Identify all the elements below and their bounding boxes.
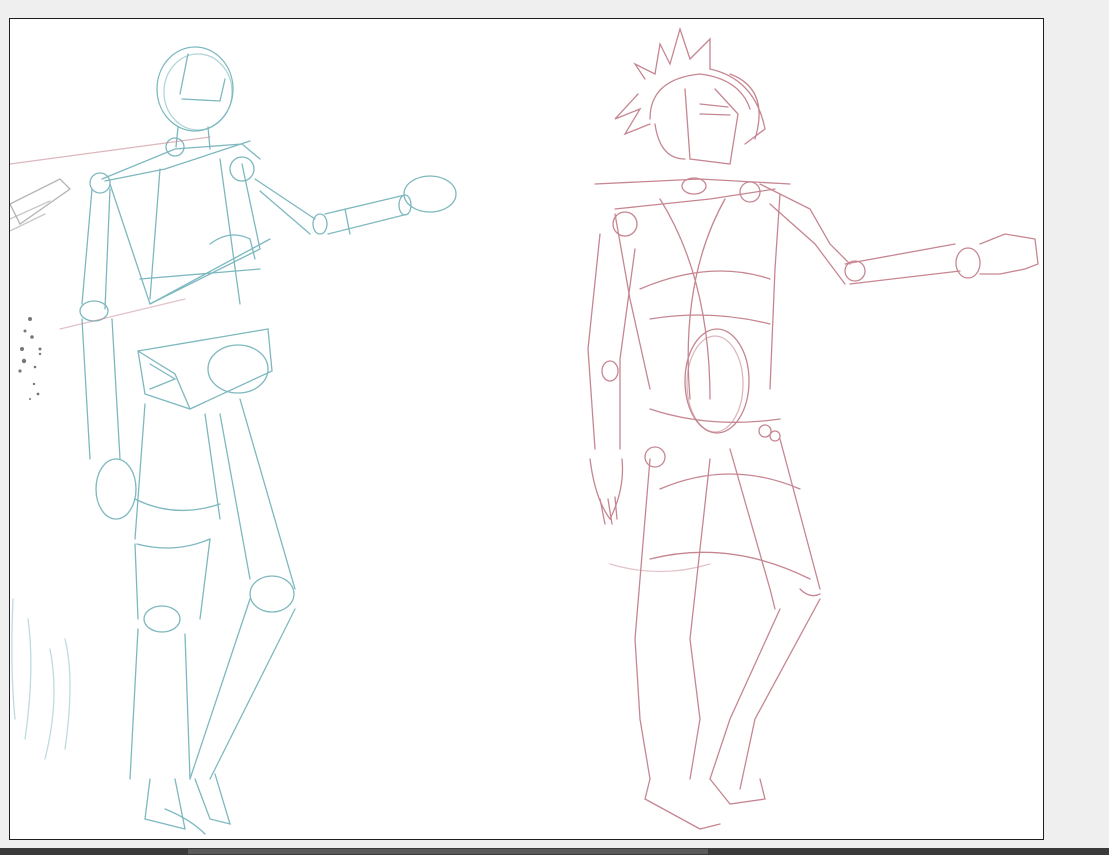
bottom-scrollbar[interactable]: [0, 848, 1109, 855]
drawing-canvas[interactable]: [9, 18, 1044, 840]
scrollbar-thumb[interactable]: [188, 849, 708, 854]
mannequin-sketch: [10, 46, 457, 835]
workspace-area: [0, 0, 1109, 848]
sketch-artwork: [10, 26, 1039, 835]
character-sketch: [587, 26, 1039, 830]
ink-speckles: [18, 317, 42, 400]
